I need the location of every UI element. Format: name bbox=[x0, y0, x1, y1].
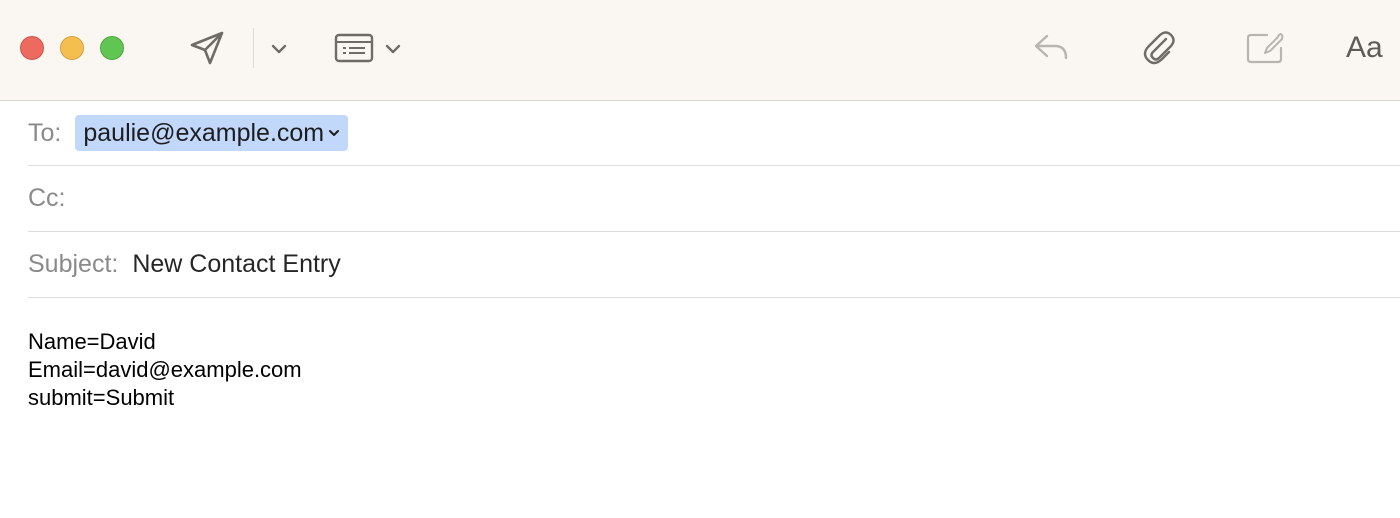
markup-icon bbox=[1246, 33, 1284, 64]
toolbar-separator bbox=[253, 28, 254, 68]
header-fields-button[interactable] bbox=[330, 28, 378, 68]
cc-label: Cc: bbox=[28, 184, 66, 212]
markup-button[interactable] bbox=[1240, 26, 1290, 70]
subject-label: Subject: bbox=[28, 250, 119, 278]
header-fields-icon bbox=[334, 33, 374, 63]
subject-field[interactable]: New Contact Entry bbox=[132, 250, 340, 279]
zoom-window-button[interactable] bbox=[100, 36, 124, 60]
to-field-row: To: paulie@example.com bbox=[28, 101, 1400, 166]
subject-field-row[interactable]: Subject: New Contact Entry bbox=[28, 232, 1400, 298]
chevron-down-icon bbox=[385, 44, 401, 54]
send-options-menu-button[interactable] bbox=[266, 36, 292, 62]
attach-button[interactable] bbox=[1136, 26, 1182, 70]
message-body[interactable]: Name=David Email=david@example.com submi… bbox=[28, 328, 1368, 412]
cc-field-row[interactable]: Cc: bbox=[28, 166, 1400, 232]
to-label: To: bbox=[28, 118, 62, 147]
paperclip-icon bbox=[1143, 31, 1175, 65]
minimize-window-button[interactable] bbox=[60, 36, 84, 60]
chevron-down-icon bbox=[271, 44, 287, 54]
body-line: submit=Submit bbox=[28, 385, 175, 410]
send-button[interactable] bbox=[184, 26, 230, 70]
reply-button[interactable] bbox=[1028, 28, 1074, 68]
reply-icon bbox=[1034, 34, 1068, 60]
body-line: Name=David bbox=[28, 329, 156, 354]
body-line: Email=david@example.com bbox=[28, 357, 302, 382]
font-button[interactable]: Aa bbox=[1346, 30, 1400, 66]
recipient-address: paulie@example.com bbox=[83, 118, 325, 147]
header-fields-menu-button[interactable] bbox=[382, 36, 404, 62]
paper-plane-icon bbox=[190, 31, 224, 65]
chevron-down-icon[interactable] bbox=[328, 128, 340, 138]
toolbar: Aa bbox=[0, 0, 1400, 101]
mail-compose-window: Aa To: paulie@example.com Cc: Subject: N… bbox=[0, 0, 1400, 518]
recipient-token[interactable]: paulie@example.com bbox=[75, 115, 349, 151]
close-window-button[interactable] bbox=[20, 36, 44, 60]
